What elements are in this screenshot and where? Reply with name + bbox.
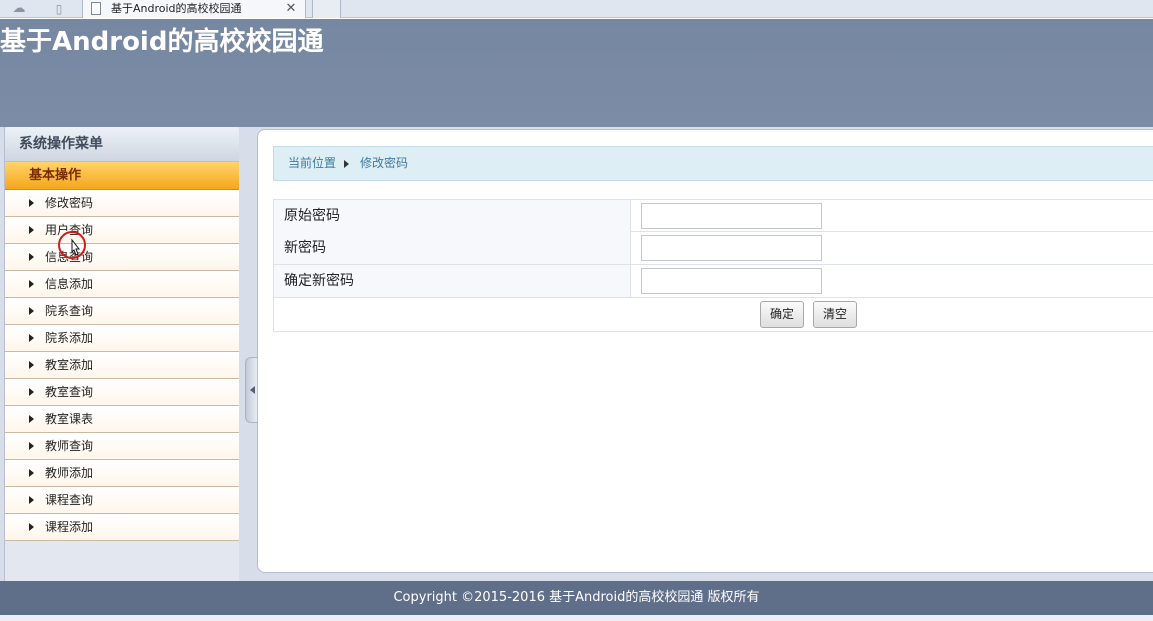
status-strip bbox=[0, 615, 1153, 621]
new-password-label: 新密码 bbox=[274, 232, 631, 264]
arrow-right-icon bbox=[29, 226, 34, 234]
main-content: 当前位置 修改密码 原始密码 新密码 确定新密码 确定 清空 bbox=[257, 129, 1153, 573]
footer: Copyright ©2015-2016 基于Android的高校校园通 版权所… bbox=[0, 581, 1153, 615]
layout-frame: 系统操作菜单 基本操作 修改密码 用户查询 信息查询 信息添加 院系查询 院系添… bbox=[0, 127, 1153, 581]
sidebar-collapse-handle[interactable] bbox=[245, 357, 257, 423]
sidebar-item-user-query[interactable]: 用户查询 bbox=[5, 217, 239, 244]
sidebar-item-label: 院系查询 bbox=[45, 304, 94, 318]
site-title: 基于Android的高校校园通 bbox=[0, 27, 324, 57]
sidebar-item-department-add[interactable]: 院系添加 bbox=[5, 325, 239, 352]
arrow-right-icon bbox=[29, 253, 34, 261]
arrow-right-icon bbox=[29, 388, 34, 396]
sidebar-item-label: 修改密码 bbox=[45, 196, 94, 210]
sidebar-item-classroom-schedule[interactable]: 教室课表 bbox=[5, 406, 239, 433]
sidebar-item-label: 教室课表 bbox=[45, 412, 94, 426]
breadcrumb-root: 当前位置 bbox=[288, 156, 337, 170]
sidebar-item-label: 课程查询 bbox=[45, 493, 94, 507]
confirm-password-label: 确定新密码 bbox=[274, 265, 631, 297]
change-password-form: 原始密码 新密码 确定新密码 确定 清空 bbox=[273, 199, 1153, 332]
arrow-right-icon bbox=[29, 496, 34, 504]
sidebar-item-course-add[interactable]: 课程添加 bbox=[5, 514, 239, 541]
sidebar: 系统操作菜单 基本操作 修改密码 用户查询 信息查询 信息添加 院系查询 院系添… bbox=[4, 127, 239, 581]
browser-tab[interactable]: 基于Android的高校校园通 ✕ bbox=[82, 0, 306, 18]
arrow-right-icon bbox=[29, 307, 34, 315]
mobile-icon[interactable]: ▯ bbox=[52, 1, 66, 17]
breadcrumb: 当前位置 修改密码 bbox=[273, 146, 1153, 181]
sidebar-item-label: 教室查询 bbox=[45, 385, 94, 399]
old-password-label: 原始密码 bbox=[274, 200, 631, 232]
arrow-right-icon bbox=[29, 415, 34, 423]
page-icon bbox=[91, 2, 101, 15]
breadcrumb-current: 修改密码 bbox=[360, 156, 409, 170]
form-row-old-password: 原始密码 bbox=[273, 199, 1153, 232]
sidebar-menu-list: 修改密码 用户查询 信息查询 信息添加 院系查询 院系添加 教室添加 教室查询 … bbox=[5, 190, 239, 541]
arrow-right-icon bbox=[29, 334, 34, 342]
confirm-password-input[interactable] bbox=[641, 268, 822, 294]
breadcrumb-separator-icon bbox=[344, 160, 349, 168]
new-tab-button[interactable] bbox=[312, 0, 341, 18]
sidebar-item-label: 信息添加 bbox=[45, 277, 94, 291]
sidebar-item-classroom-query[interactable]: 教室查询 bbox=[5, 379, 239, 406]
browser-tab-title: 基于Android的高校校园通 bbox=[111, 2, 242, 15]
arrow-right-icon bbox=[29, 442, 34, 450]
sidebar-item-label: 院系添加 bbox=[45, 331, 94, 345]
cloud-icon[interactable]: ☁ bbox=[8, 2, 30, 16]
close-icon[interactable]: ✕ bbox=[283, 0, 299, 18]
sidebar-item-info-query[interactable]: 信息查询 bbox=[5, 244, 239, 271]
browser-tab-strip: ☁ ▯ 基于Android的高校校园通 ✕ bbox=[0, 0, 1153, 18]
sidebar-item-teacher-query[interactable]: 教师查询 bbox=[5, 433, 239, 460]
sidebar-item-teacher-add[interactable]: 教师添加 bbox=[5, 460, 239, 487]
new-password-input[interactable] bbox=[641, 235, 822, 261]
arrow-right-icon bbox=[29, 361, 34, 369]
arrow-right-icon bbox=[29, 469, 34, 477]
sidebar-item-label: 教室添加 bbox=[45, 358, 94, 372]
chevron-left-icon bbox=[250, 386, 255, 394]
site-header: 基于Android的高校校园通 bbox=[0, 19, 1153, 127]
sidebar-item-label: 教师添加 bbox=[45, 466, 94, 480]
clear-button[interactable]: 清空 bbox=[813, 301, 858, 328]
arrow-right-icon bbox=[29, 523, 34, 531]
submit-button[interactable]: 确定 bbox=[760, 301, 805, 328]
sidebar-item-department-query[interactable]: 院系查询 bbox=[5, 298, 239, 325]
sidebar-group-basic[interactable]: 基本操作 bbox=[5, 162, 239, 190]
sidebar-item-change-password[interactable]: 修改密码 bbox=[5, 190, 239, 217]
arrow-right-icon bbox=[29, 280, 34, 288]
sidebar-item-label: 课程添加 bbox=[45, 520, 94, 534]
old-password-input[interactable] bbox=[641, 203, 822, 229]
form-button-row: 确定 清空 bbox=[273, 298, 1153, 332]
footer-copyright: Copyright ©2015-2016 基于Android的高校校园通 版权所… bbox=[393, 590, 760, 605]
sidebar-menu-title: 系统操作菜单 bbox=[5, 127, 239, 162]
sidebar-item-label: 教师查询 bbox=[45, 439, 94, 453]
form-row-confirm-password: 确定新密码 bbox=[273, 265, 1153, 298]
sidebar-item-info-add[interactable]: 信息添加 bbox=[5, 271, 239, 298]
sidebar-item-classroom-add[interactable]: 教室添加 bbox=[5, 352, 239, 379]
sidebar-item-course-query[interactable]: 课程查询 bbox=[5, 487, 239, 514]
form-row-new-password: 新密码 bbox=[273, 232, 1153, 265]
mouse-cursor-icon bbox=[58, 231, 86, 259]
arrow-right-icon bbox=[29, 199, 34, 207]
